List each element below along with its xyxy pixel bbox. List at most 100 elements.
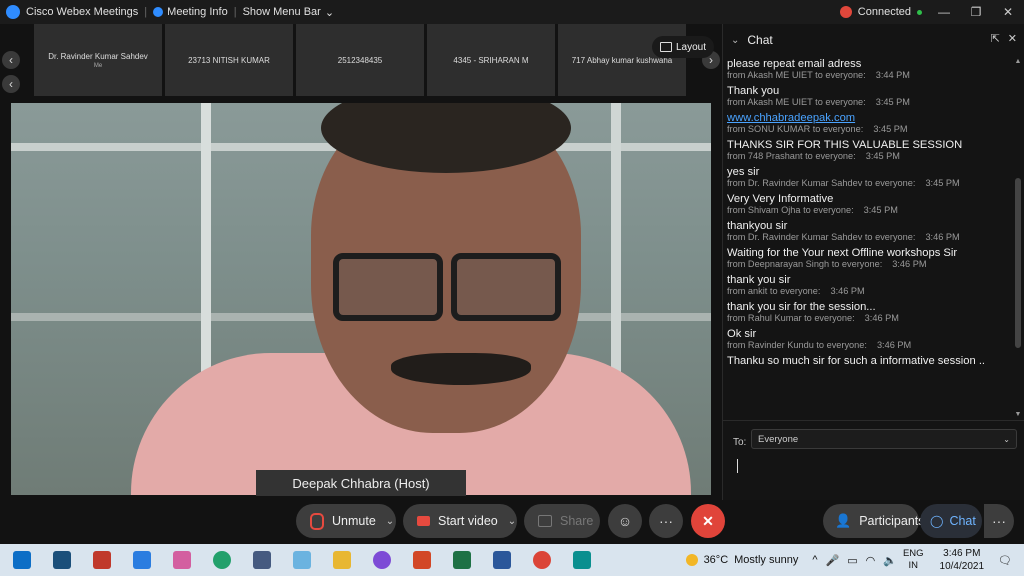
- message-meta: from Deepnarayan Singh to everyone: 3:46 …: [727, 259, 1013, 269]
- speaker-icon[interactable]: 🔈: [883, 554, 897, 567]
- show-menu-bar-button[interactable]: Show Menu Bar ⌄: [243, 6, 334, 19]
- microphone-icon[interactable]: 🎤: [826, 554, 840, 567]
- active-speaker-name: Deepak Chhabra (Host): [256, 470, 466, 496]
- scroll-up-icon[interactable]: ▲: [1013, 58, 1023, 65]
- app-icon-4[interactable]: [173, 551, 191, 569]
- close-icon[interactable]: ✕: [1008, 32, 1017, 45]
- start-video-button[interactable]: Start video ⌄: [403, 504, 517, 538]
- app-icon-6[interactable]: [253, 551, 271, 569]
- chat-scrollbar[interactable]: ▲ ▼: [1013, 58, 1023, 418]
- chat-message: Thank you from Akash ME UIET to everyone…: [727, 85, 1013, 107]
- meeting-info-button[interactable]: Meeting Info: [153, 6, 228, 18]
- chat-bubble-icon: ◯: [930, 514, 944, 528]
- message-meta: from 748 Prashant to everyone: 3:45 PM: [727, 151, 1013, 161]
- sun-icon: [685, 554, 698, 566]
- panel-more-button[interactable]: ···: [984, 504, 1014, 538]
- windows-taskbar: 36°C Mostly sunny ^ 🎤 ▭ ◠ 🔈 ENG IN 3:46 …: [0, 544, 1024, 576]
- app-icon-2[interactable]: [93, 551, 111, 569]
- participant-sub: Me: [93, 62, 103, 69]
- thumbnails-prev-button-2[interactable]: ‹: [2, 51, 20, 69]
- start-video-label: Start video: [438, 514, 498, 528]
- chat-button[interactable]: ◯ Chat: [920, 504, 982, 538]
- layout-icon: [660, 42, 672, 52]
- excel-icon[interactable]: [453, 551, 471, 569]
- layout-button[interactable]: Layout: [652, 36, 715, 58]
- recipient-select[interactable]: Everyone ⌄: [751, 429, 1017, 449]
- input-language[interactable]: ENG IN: [903, 548, 924, 572]
- participant-thumbnail[interactable]: 2512348435: [296, 24, 424, 96]
- collapse-chevron-icon[interactable]: ⌄: [731, 35, 739, 46]
- battery-icon[interactable]: ▭: [847, 554, 857, 567]
- file-explorer-icon[interactable]: [333, 551, 351, 569]
- more-options-button[interactable]: ···: [649, 504, 683, 538]
- scroll-down-icon[interactable]: ▼: [1013, 411, 1023, 418]
- message-sender: from Rahul Kumar to everyone:: [727, 313, 855, 323]
- message-meta: from Dr. Ravinder Kumar Sahdev to everyo…: [727, 232, 1013, 242]
- participant-thumbnail[interactable]: 23713 NITISH KUMAR: [165, 24, 293, 96]
- participant-thumbnail[interactable]: 4345 - SRIHARAN M: [427, 24, 555, 96]
- message-time: 3:46 PM: [864, 313, 899, 323]
- participant-thumbnail[interactable]: Dr. Ravinder Kumar Sahdev Me: [34, 24, 162, 96]
- start-menu-icon[interactable]: [13, 551, 31, 569]
- chat-message-list: please repeat email adress from Akash ME…: [723, 56, 1013, 418]
- minimize-button[interactable]: —: [928, 5, 960, 19]
- notification-icon[interactable]: 🗨: [998, 554, 1012, 567]
- message-time: 3:46 PM: [892, 259, 927, 269]
- chevron-up-icon[interactable]: ^: [812, 554, 817, 566]
- participant-thumbnail[interactable]: 717 Abhay kumar kushwaha: [558, 24, 686, 96]
- scroll-thumb[interactable]: [1015, 178, 1021, 348]
- restore-button[interactable]: ❐: [960, 5, 992, 19]
- temperature[interactable]: 36°C: [704, 554, 729, 566]
- message-time: 3:44 PM: [875, 70, 910, 80]
- message-text: yes sir: [727, 166, 760, 178]
- unmute-button[interactable]: Unmute ⌄: [296, 504, 396, 538]
- popout-icon[interactable]: ⇱: [991, 32, 1000, 45]
- message-time: 3:46 PM: [876, 340, 912, 350]
- share-button[interactable]: Share: [524, 504, 600, 538]
- message-sender: from ankit to everyone:: [727, 286, 821, 296]
- app-icon-9[interactable]: [373, 551, 391, 569]
- reactions-button[interactable]: ☺: [608, 504, 642, 538]
- layout-label: Layout: [676, 41, 707, 53]
- to-label: To:: [733, 437, 747, 448]
- webex-logo-icon: [6, 5, 20, 19]
- clock-date: 10/4/2021: [939, 561, 985, 572]
- message-text: thank you sir: [727, 274, 791, 286]
- message-meta: from ankit to everyone: 3:46 PM: [727, 286, 1013, 296]
- weather-text[interactable]: Mostly sunny: [734, 554, 798, 566]
- powerpoint-icon[interactable]: [413, 551, 431, 569]
- smiley-icon: ☺: [617, 513, 633, 529]
- message-sender: from 748 Prashant to everyone:: [727, 151, 856, 161]
- message-sender: from SONU KUMAR to everyone:: [727, 124, 864, 134]
- word-icon[interactable]: [493, 551, 511, 569]
- clock-time: 3:46 PM: [943, 548, 981, 559]
- wifi-icon[interactable]: ◠: [866, 554, 876, 567]
- system-clock[interactable]: 3:46 PM 10/4/2021: [940, 547, 985, 573]
- chat-label: Chat: [949, 514, 976, 528]
- message-input-cursor[interactable]: [737, 459, 738, 473]
- title-bar: Cisco Webex Meetings | Meeting Info | Sh…: [0, 0, 1024, 24]
- app-icon-7[interactable]: [293, 551, 311, 569]
- chevron-down-icon[interactable]: ⌄: [508, 516, 516, 527]
- grammarly-icon[interactable]: [213, 551, 231, 569]
- thumbnails-prev-button[interactable]: ‹: [2, 75, 20, 93]
- message-time: 3:46 PM: [925, 232, 960, 242]
- app-icon-1[interactable]: [53, 551, 71, 569]
- share-label: Share: [560, 514, 594, 528]
- leave-meeting-button[interactable]: ✕: [691, 504, 725, 538]
- chat-message: thank you sir for the session... from Ra…: [727, 301, 1013, 323]
- app-icon-3[interactable]: [133, 551, 151, 569]
- webex-taskbar-icon[interactable]: [573, 551, 591, 569]
- chevron-down-icon: ⌄: [324, 6, 335, 19]
- message-meta: from Rahul Kumar to everyone: 3:46 PM: [727, 313, 1013, 323]
- app-title: Cisco Webex Meetings: [26, 6, 139, 18]
- participant-name: 23713 NITISH KUMAR: [188, 55, 270, 65]
- chat-message: thank you sir from ankit to everyone: 3:4…: [727, 274, 1013, 296]
- close-icon: ✕: [702, 512, 714, 529]
- chrome-icon[interactable]: [533, 551, 551, 569]
- chevron-down-icon[interactable]: ⌄: [386, 516, 394, 527]
- message-link[interactable]: www.chhabradeepak.com: [727, 112, 1013, 124]
- participants-button[interactable]: 👤 Participants: [823, 504, 925, 538]
- chat-message: yes sir from Dr. Ravinder Kumar Sahdev t…: [727, 166, 1013, 188]
- close-window-button[interactable]: ✕: [992, 5, 1024, 19]
